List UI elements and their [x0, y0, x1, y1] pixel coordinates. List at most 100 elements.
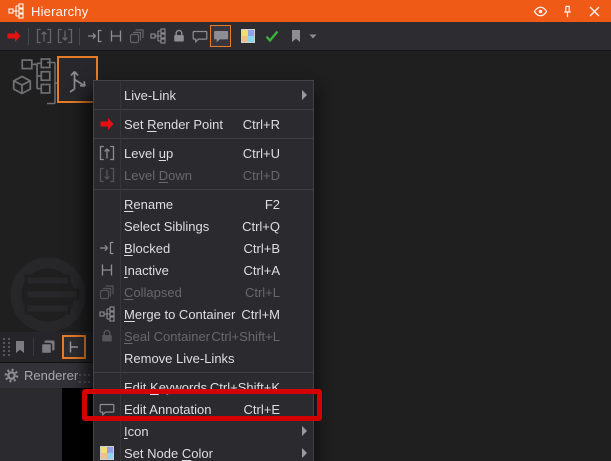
blocked-button[interactable] [84, 25, 105, 47]
menu-item-label: Rename [124, 197, 173, 212]
bubble-filled-icon [213, 28, 229, 44]
mini-toolbar [0, 332, 93, 362]
menu-item-shortcut: Ctrl+R [243, 117, 305, 132]
pin-button[interactable] [558, 2, 576, 20]
toolbar-separator [79, 28, 80, 45]
enscape-watermark-logo [5, 252, 91, 338]
menu-item-shortcut: Ctrl+D [243, 168, 305, 183]
render-arrow-icon [6, 28, 22, 44]
chevron-down-icon [305, 28, 321, 44]
menu-item-label: Edit Keywords [124, 380, 207, 395]
collapsed-icon [129, 28, 145, 44]
menu-item-label: Select Siblings [124, 219, 209, 234]
bookmark-button[interactable] [285, 25, 306, 47]
branch-button[interactable] [62, 335, 86, 359]
viewport-area [62, 388, 93, 461]
renderer-panel-header[interactable]: Renderer [0, 362, 93, 388]
menu-item-shortcut: F2 [265, 197, 305, 212]
menu-item-label: Level Down [124, 168, 192, 183]
titlebar: Hierarchy [0, 0, 611, 22]
renderer-drag-handle-icon[interactable] [79, 374, 90, 383]
menu-item-edit-keywords[interactable]: Edit KeywordsCtrl+Shift+K [94, 376, 313, 398]
submenu-arrow-icon [302, 426, 307, 436]
main-toolbar [0, 22, 611, 51]
menu-item-shortcut: Ctrl+E [244, 402, 305, 417]
menu-item-shortcut: Ctrl+L [245, 285, 305, 300]
menu-separator [94, 369, 313, 376]
axis-gizmo-icon [66, 66, 90, 94]
set-node-color-button[interactable] [237, 25, 258, 47]
set-render-point-button[interactable] [3, 25, 24, 47]
hierarchy-window: Hierarchy Renderer Live-Link Set Render P… [0, 0, 611, 461]
menu-item-icon[interactable]: Icon [94, 420, 313, 442]
menu-item-select-siblings[interactable]: Select SiblingsCtrl+Q [94, 215, 313, 237]
menu-item-shortcut: Ctrl+B [244, 241, 305, 256]
blocked-icon [87, 28, 103, 44]
menu-item-label: Inactive [124, 263, 169, 278]
pin-icon [560, 4, 575, 19]
menu-item-set-node-color[interactable]: Set Node Color [94, 442, 313, 461]
inactive-button[interactable] [105, 25, 126, 47]
eye-icon [533, 4, 548, 19]
menu-item-merge-to-container[interactable]: Merge to Container Ctrl+M [94, 303, 313, 325]
menu-item-blocked[interactable]: Blocked Ctrl+B [94, 237, 313, 259]
close-icon [587, 4, 602, 19]
menu-item-label: Set Node Color [124, 446, 213, 461]
level-down-icon [97, 166, 117, 184]
menu-item-live-link[interactable]: Live-Link [94, 84, 313, 106]
menu-item-remove-live-links[interactable]: Remove Live-Links [94, 347, 313, 369]
menu-item-label: Merge to Container [124, 307, 235, 322]
menu-item-rename[interactable]: Rename F2 [94, 193, 313, 215]
level-up-button[interactable] [33, 25, 54, 47]
menu-item-label: Edit Annotation [124, 402, 211, 417]
menu-item-label: Remove Live-Links [124, 351, 235, 366]
selected-axis-node[interactable] [57, 56, 98, 103]
menu-item-label: Icon [124, 424, 149, 439]
menu-item-set-render-point[interactable]: Set Render Point Ctrl+R [94, 113, 313, 135]
bubble-icon [97, 400, 117, 418]
palette-icon [97, 444, 117, 461]
visibility-button[interactable] [531, 2, 549, 20]
bookmark-icon [288, 28, 304, 44]
merge-tree-icon [150, 28, 166, 44]
menu-separator [94, 106, 313, 113]
menu-item-label: Blocked [124, 241, 170, 256]
menu-item-shortcut: Ctrl+Shift+L [211, 329, 305, 344]
menu-item-label: Seal Container [124, 329, 210, 344]
menu-item-label: Live-Link [124, 88, 176, 103]
render-arrow-icon [97, 115, 117, 133]
level-down-icon [57, 28, 73, 44]
menu-item-inactive[interactable]: Inactive Ctrl+A [94, 259, 313, 281]
check-icon [264, 28, 280, 44]
menu-item-collapsed: CollapsedCtrl+L [94, 281, 313, 303]
window-title: Hierarchy [31, 4, 88, 19]
lower-panel-area [0, 388, 62, 461]
bubble-icon [192, 28, 208, 44]
menu-item-shortcut: Ctrl+U [243, 146, 305, 161]
bookmark-button[interactable] [9, 335, 31, 359]
menu-separator [94, 135, 313, 142]
palette-icon [240, 28, 256, 44]
submenu-arrow-icon [302, 90, 307, 100]
context-menu: Live-Link Set Render Point Ctrl+R Level upC… [93, 80, 314, 461]
edit-keywords-button[interactable] [189, 25, 210, 47]
approve-button[interactable] [261, 25, 282, 47]
menu-item-level-up[interactable]: Level upCtrl+U [94, 142, 313, 164]
menu-item-shortcut: Ctrl+A [244, 263, 305, 278]
titlebar-buttons [522, 2, 603, 20]
bookmark-dropdown-button[interactable] [306, 25, 319, 47]
seal-container-button[interactable] [168, 25, 189, 47]
menu-item-shortcut: Ctrl+M [241, 307, 305, 322]
level-down-button[interactable] [54, 25, 75, 47]
close-button[interactable] [585, 2, 603, 20]
menu-item-edit-annotation[interactable]: Edit Annotation Ctrl+E [94, 398, 313, 420]
menu-separator [94, 186, 313, 193]
edit-annotation-button[interactable] [210, 25, 231, 47]
mini-toolbar-separator [33, 338, 34, 356]
submenu-arrow-icon [302, 448, 307, 458]
merge-to-container-button[interactable] [147, 25, 168, 47]
menu-item-label: Set Render Point [124, 117, 223, 132]
lock-icon [97, 327, 117, 345]
duplicate-button[interactable] [37, 335, 59, 359]
collapsed-button[interactable] [126, 25, 147, 47]
